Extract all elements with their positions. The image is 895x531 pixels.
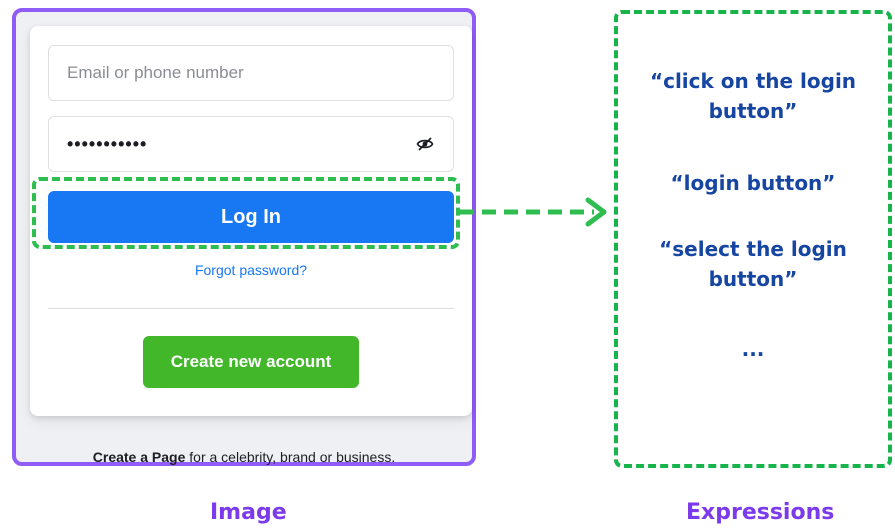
eye-slash-icon[interactable] [415, 134, 435, 154]
email-placeholder: Email or phone number [67, 63, 244, 82]
login-button-highlight [32, 177, 460, 249]
arrow-connector [460, 197, 607, 227]
expressions-panel: “click on the login button” “login butto… [614, 10, 892, 468]
divider [48, 308, 454, 309]
expressions-caption: Expressions [686, 500, 835, 525]
email-field[interactable]: Email or phone number [48, 45, 454, 101]
create-account-button[interactable]: Create new account [143, 336, 359, 388]
password-field[interactable]: ••••••••••• [48, 116, 454, 172]
create-page-note: Create a Page for a celebrity, brand or … [16, 449, 472, 465]
image-caption: Image [210, 500, 287, 525]
expression-ellipsis: ... [741, 337, 765, 361]
forgot-password-link[interactable]: Forgot password? [30, 262, 472, 278]
create-account-label: Create new account [170, 352, 332, 371]
forgot-password-label: Forgot password? [194, 262, 308, 278]
create-page-link[interactable]: Create a Page [93, 449, 186, 465]
create-page-note-text: for a celebrity, brand or business. [185, 449, 396, 465]
password-value: ••••••••••• [67, 133, 148, 154]
expression-item: “select the login button” [659, 237, 847, 291]
expression-item: “login button” [670, 171, 836, 195]
expression-item: “click on the login button” [649, 69, 857, 123]
